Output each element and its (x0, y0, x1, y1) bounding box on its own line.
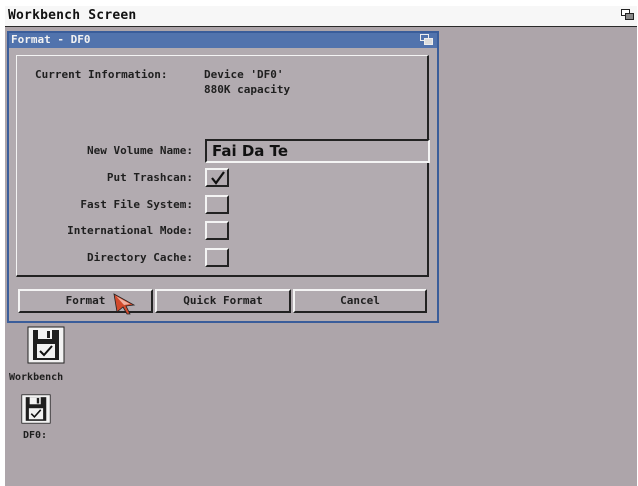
capacity-info: 880K capacity (204, 83, 291, 96)
screen-title: Workbench Screen (8, 8, 137, 23)
fast-file-system-label: Fast File System: (80, 198, 193, 211)
put-trashcan-label: Put Trashcan: (106, 171, 193, 184)
depth-arrange-icon[interactable] (621, 9, 635, 22)
put-trashcan-checkbox[interactable] (205, 168, 229, 187)
workbench-screen: Workbench Screen Format - DF0 Current In… (5, 6, 637, 486)
workbench-icon-label: Workbench (9, 372, 64, 383)
directory-cache-label: Directory Cache: (87, 251, 193, 264)
fast-file-system-checkbox[interactable] (205, 195, 229, 214)
volume-name-field[interactable]: Fai Da Te (205, 139, 430, 163)
df0-disk-icon[interactable] (21, 394, 51, 424)
floppy-disk-icon (21, 394, 51, 424)
mouse-pointer-icon (113, 293, 136, 315)
volume-name-value: Fai Da Te (212, 142, 289, 160)
format-window: Format - DF0 Current Information: Device… (7, 31, 439, 323)
international-mode-checkbox[interactable] (205, 221, 229, 240)
international-mode-label: International Mode: (67, 224, 193, 237)
df0-icon-label: DF0: (23, 430, 48, 441)
cancel-button[interactable]: Cancel (293, 289, 427, 313)
window-depth-icon[interactable] (420, 34, 434, 46)
window-title-bar[interactable]: Format - DF0 (9, 33, 437, 48)
screen-title-bar[interactable]: Workbench Screen (5, 6, 637, 27)
quick-format-button[interactable]: Quick Format (155, 289, 291, 313)
volume-name-label: New Volume Name: (87, 144, 193, 157)
directory-cache-checkbox[interactable] (205, 248, 229, 267)
workbench-disk-icon[interactable] (27, 326, 65, 364)
current-info-label: Current Information: (35, 68, 168, 81)
device-info: Device 'DF0' (204, 68, 284, 81)
checkmark-icon (211, 171, 225, 185)
window-title: Format - DF0 (11, 33, 91, 46)
floppy-disk-icon (27, 326, 65, 364)
